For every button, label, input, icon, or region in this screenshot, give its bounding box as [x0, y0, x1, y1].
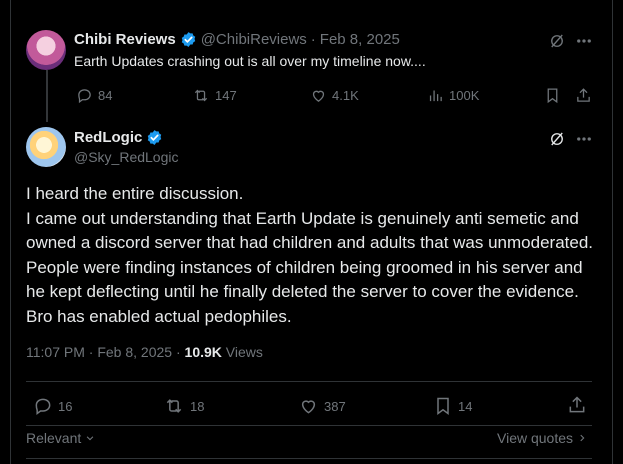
grok-icon[interactable] [548, 130, 566, 153]
reply-icon [78, 89, 91, 104]
repost-icon [194, 89, 208, 102]
grok-icon[interactable] [548, 32, 566, 55]
more-options-icon[interactable] [575, 32, 593, 55]
chevron-down-icon [86, 436, 94, 441]
heart-icon [312, 90, 325, 102]
verified-badge-icon [180, 31, 197, 48]
divider-bottom [26, 425, 592, 426]
post-bookmark-button[interactable]: 14 [433, 396, 472, 416]
divider-footer [26, 458, 592, 459]
post-repost-button[interactable]: 18 [163, 396, 204, 416]
like-count: 4.1K [332, 88, 359, 103]
redlogic-avatar[interactable] [26, 127, 66, 167]
reply-count: 84 [98, 88, 113, 103]
reply-to-views-button[interactable]: 100K [427, 87, 479, 104]
bookmark-count: 14 [458, 398, 473, 414]
share-icon[interactable] [575, 87, 592, 109]
thread-connector-line [46, 70, 48, 122]
post-meta: 11:07 PM · Feb 8, 2025 · 10.9K Views [26, 344, 263, 360]
like-count: 387 [324, 398, 346, 414]
sort-relevant-dropdown[interactable]: Relevant [26, 430, 95, 446]
chevron-right-icon [580, 434, 585, 442]
post-view-count: 10.9K [184, 344, 222, 360]
reply-count: 16 [58, 398, 73, 414]
views-count: 100K [449, 88, 480, 103]
post-date[interactable]: Feb 8, 2025 [97, 344, 172, 360]
post-author-name[interactable]: RedLogic [74, 129, 142, 146]
reply-to-handle[interactable]: @ChibiReviews [201, 31, 307, 48]
verified-badge-icon [146, 129, 163, 146]
analytics-icon [429, 90, 442, 102]
post-views-label: Views [225, 344, 263, 360]
post-author-row: RedLogic [74, 129, 163, 146]
chibi-reviews-avatar[interactable] [26, 30, 66, 70]
reply-icon [35, 398, 51, 415]
repost-icon [166, 399, 182, 413]
heart-icon [301, 400, 316, 414]
post-author-handle[interactable]: @Sky_RedLogic [74, 149, 179, 165]
separator-dot: · [175, 344, 181, 360]
bookmark-icon[interactable] [544, 87, 561, 109]
post-time[interactable]: 11:07 PM [26, 344, 85, 360]
sort-label: Relevant [26, 430, 82, 446]
bookmark-icon [437, 397, 449, 415]
reply-to-like-button[interactable]: 4.1K [310, 87, 359, 104]
divider-top [26, 381, 592, 382]
view-quotes-link[interactable]: View quotes [497, 430, 587, 446]
post-reply-button[interactable]: 16 [33, 396, 72, 416]
reply-to-reply-button[interactable]: 84 [76, 87, 112, 104]
separator-dot: · [310, 31, 316, 48]
more-options-icon[interactable] [575, 130, 593, 153]
reply-to-author-name[interactable]: Chibi Reviews [74, 31, 176, 48]
view-quotes-label: View quotes [497, 430, 574, 446]
reply-to-text: Earth Updates crashing out is all over m… [74, 53, 426, 69]
repost-count: 147 [215, 88, 237, 103]
reply-to-repost-button[interactable]: 147 [192, 87, 237, 104]
post-like-button[interactable]: 387 [298, 396, 346, 416]
repost-count: 18 [190, 398, 205, 414]
separator-dot: · [88, 344, 94, 360]
share-icon[interactable] [567, 395, 587, 420]
reply-to-date[interactable]: Feb 8, 2025 [320, 31, 400, 48]
reply-to-header: Chibi Reviews @ChibiReviews · Feb 8, 202… [74, 31, 400, 48]
post-body-text: I heard the entire discussion. I came ou… [26, 184, 594, 326]
